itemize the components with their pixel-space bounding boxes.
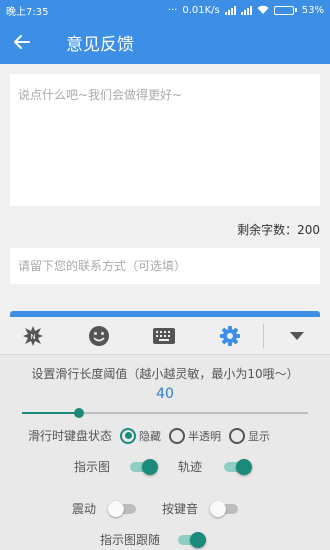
page-title: 意见反馈 — [66, 34, 134, 55]
key-sound-row: 按键音 — [162, 500, 240, 517]
feedback-input[interactable] — [18, 86, 312, 194]
slider-thumb[interactable] — [74, 408, 85, 418]
trail-label: 轨迹 — [178, 460, 203, 474]
slide-threshold-title: 设置滑行长度阈值（越小越灵敏，最小为10哦～） — [31, 367, 299, 381]
gear-icon[interactable] — [197, 317, 263, 355]
radio-option-show[interactable]: 显示 — [229, 427, 270, 444]
radio-show[interactable] — [229, 427, 246, 444]
emoji-icon[interactable] — [66, 317, 132, 355]
status-bar: 晚上7:35 ··· 0.01K/s 53% — [0, 0, 330, 20]
feedback-box — [10, 74, 320, 206]
battery-icon — [273, 5, 297, 15]
keyboard-icon[interactable] — [132, 317, 198, 355]
logo-icon[interactable]: N — [0, 317, 66, 355]
follow-label: 指示图跟随 — [100, 533, 161, 547]
trail-row: 轨迹 — [178, 458, 253, 475]
status-icons: ··· 0.01K/s 53% — [168, 5, 324, 16]
follow-toggle[interactable] — [176, 531, 207, 548]
radio-option-translucent[interactable]: 半透明 — [169, 427, 221, 444]
network-speed: 0.01K/s — [182, 4, 220, 16]
indicator-label: 指示图 — [74, 460, 111, 474]
radio-hide[interactable] — [120, 427, 137, 444]
remaining-count: 剩余字数：200 — [237, 223, 320, 237]
key-sound-label: 按键音 — [162, 502, 199, 516]
keyboard-settings-panel: N 设置滑行长度阈值（越小越灵敏，最小为10哦～） 40 滑行时键盘状态 隐藏 … — [0, 317, 330, 550]
indicator-toggle[interactable] — [128, 458, 159, 475]
chevron-down-icon[interactable] — [264, 317, 330, 355]
trail-toggle[interactable] — [222, 458, 253, 475]
status-time: 晚上7:35 — [6, 6, 49, 18]
keyboard-state-label: 滑行时键盘状态 — [28, 429, 113, 443]
contact-input[interactable] — [18, 259, 312, 273]
wifi-icon — [257, 5, 269, 14]
app-bar: 意见反馈 — [0, 20, 330, 64]
keyboard-toolbar: N — [0, 317, 330, 355]
keyboard-state-row: 滑行时键盘状态 隐藏 半透明 显示 — [28, 427, 270, 444]
svg-text:N: N — [30, 333, 35, 341]
contact-box — [10, 248, 320, 284]
indicator-row: 指示图 — [74, 458, 159, 475]
battery-percent: 53% — [301, 4, 324, 16]
signal-icon — [224, 5, 236, 15]
vibrate-row: 震动 — [72, 500, 138, 517]
radio-translucent[interactable] — [169, 427, 186, 444]
radio-option-hide[interactable]: 隐藏 — [120, 427, 161, 444]
slider-track-fill — [22, 412, 80, 414]
slide-threshold-slider[interactable] — [22, 408, 308, 418]
slide-threshold-value: 40 — [156, 386, 174, 402]
signal-icon-2 — [240, 5, 252, 15]
key-sound-toggle[interactable] — [210, 500, 240, 517]
more-dots: ··· — [167, 4, 178, 16]
vibrate-toggle[interactable] — [108, 500, 138, 517]
follow-row: 指示图跟随 — [100, 531, 207, 548]
arrow-left-icon[interactable] — [0, 20, 44, 64]
vibrate-label: 震动 — [72, 502, 97, 516]
